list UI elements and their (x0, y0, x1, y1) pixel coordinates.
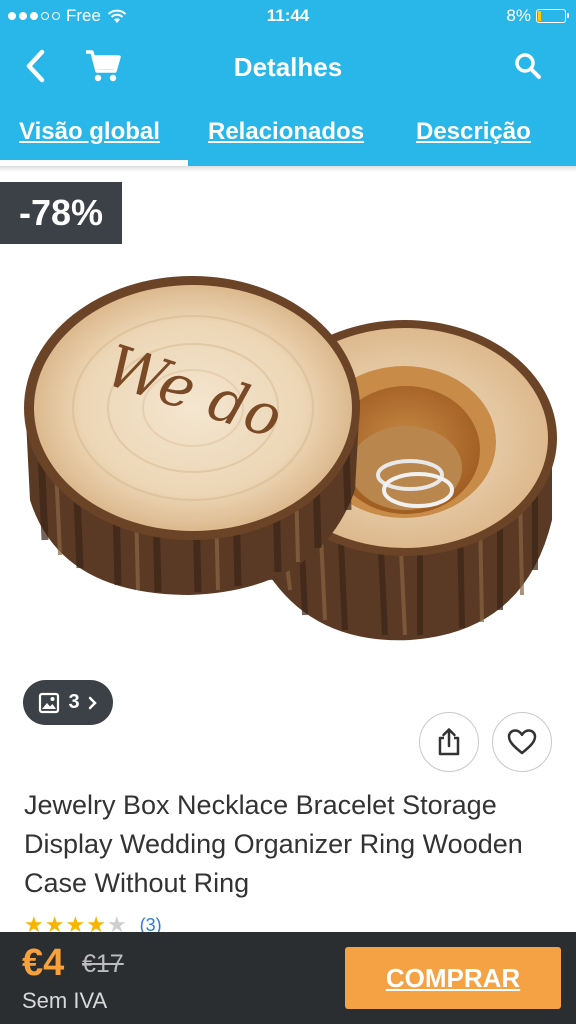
image-count: 3 (68, 691, 80, 713)
gallery-count-button[interactable]: 3 (23, 680, 113, 725)
chevron-right-icon (88, 696, 97, 709)
share-icon (438, 728, 460, 756)
vat-note: Sem IVA (22, 988, 108, 1013)
heart-icon (507, 729, 537, 755)
discount-badge: -78% (0, 182, 122, 244)
old-price: €17 (82, 950, 124, 978)
app-bar: Detalhes (0, 32, 576, 100)
page-title: Detalhes (233, 52, 343, 82)
tab-overview[interactable]: Visão global (19, 118, 160, 146)
tab-related[interactable]: Relacionados (208, 118, 364, 146)
image-icon (39, 692, 60, 713)
search-button[interactable] (512, 50, 544, 82)
battery-percent: 8% (506, 6, 531, 25)
search-icon (515, 53, 541, 79)
product-title: Jewelry Box Necklace Bracelet Storage Di… (24, 790, 523, 898)
favorite-button[interactable] (492, 712, 552, 772)
tab-bar: Visão global Relacionados Descrição (0, 100, 576, 166)
battery-icon (536, 9, 569, 23)
status-bar: Free 11:44 8% (0, 0, 576, 32)
product-image[interactable]: We do (0, 250, 576, 670)
tab-description[interactable]: Descrição (416, 118, 531, 146)
clock: 11:44 (266, 6, 310, 25)
price: €4 (22, 942, 65, 984)
buy-button[interactable]: COMPRAR (345, 947, 561, 1009)
share-button[interactable] (419, 712, 479, 772)
